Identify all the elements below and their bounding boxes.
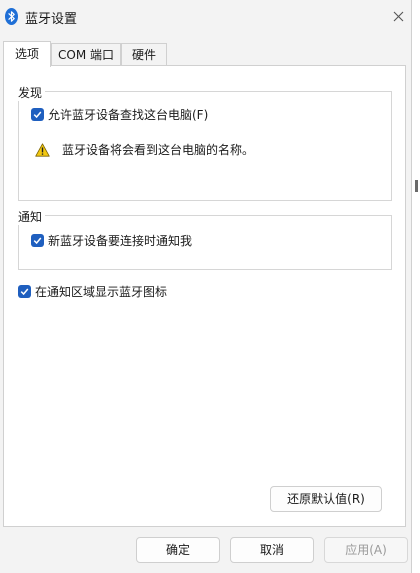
- notification-group: 通知 新蓝牙设备要连接时通知我: [18, 208, 392, 270]
- background-mark: [415, 180, 418, 192]
- notify-new-device-checkbox[interactable]: 新蓝牙设备要连接时通知我: [31, 232, 192, 249]
- warning-text: 蓝牙设备将会看到这台电脑的名称。: [62, 143, 255, 157]
- discovery-warning: 蓝牙设备将会看到这台电脑的名称。: [35, 141, 254, 158]
- warning-icon: [35, 142, 50, 157]
- bluetooth-icon: [5, 8, 18, 25]
- check-icon: [33, 111, 42, 119]
- close-icon: [393, 11, 403, 21]
- notify-new-device-label: 新蓝牙设备要连接时通知我: [48, 234, 193, 248]
- show-tray-icon-label: 在通知区域显示蓝牙图标: [35, 285, 168, 299]
- ok-button[interactable]: 确定: [136, 537, 220, 563]
- tab-com-ports[interactable]: COM 端口: [51, 43, 121, 65]
- notification-group-label: 通知: [18, 208, 46, 225]
- allow-discovery-label: 允许蓝牙设备查找这台电脑(F): [48, 108, 209, 122]
- bluetooth-settings-window: 蓝牙设置 选项 COM 端口 硬件 发现 允许蓝牙设备查找这台电脑(F) 蓝牙设…: [0, 0, 412, 573]
- check-icon: [33, 237, 42, 245]
- restore-defaults-button[interactable]: 还原默认值(R): [270, 486, 382, 512]
- discovery-group-label: 发现: [18, 84, 46, 101]
- checkbox-checked: [31, 234, 44, 247]
- tab-options[interactable]: 选项: [3, 41, 51, 67]
- check-icon: [20, 288, 29, 296]
- allow-discovery-checkbox[interactable]: 允许蓝牙设备查找这台电脑(F): [31, 106, 208, 123]
- close-button[interactable]: [388, 6, 408, 26]
- tab-hardware[interactable]: 硬件: [121, 43, 167, 65]
- apply-button[interactable]: 应用(A): [324, 537, 408, 563]
- background-strip: [412, 0, 420, 573]
- title-bar: 蓝牙设置: [0, 0, 412, 33]
- show-tray-icon-checkbox[interactable]: 在通知区域显示蓝牙图标: [18, 283, 167, 300]
- checkbox-checked: [18, 285, 31, 298]
- options-panel: 发现 允许蓝牙设备查找这台电脑(F) 蓝牙设备将会看到这台电脑的名称。 通知 新…: [3, 65, 406, 527]
- checkbox-checked: [31, 108, 44, 121]
- discovery-group: 发现 允许蓝牙设备查找这台电脑(F) 蓝牙设备将会看到这台电脑的名称。: [18, 84, 392, 201]
- cancel-button[interactable]: 取消: [230, 537, 314, 563]
- window-title: 蓝牙设置: [25, 12, 78, 27]
